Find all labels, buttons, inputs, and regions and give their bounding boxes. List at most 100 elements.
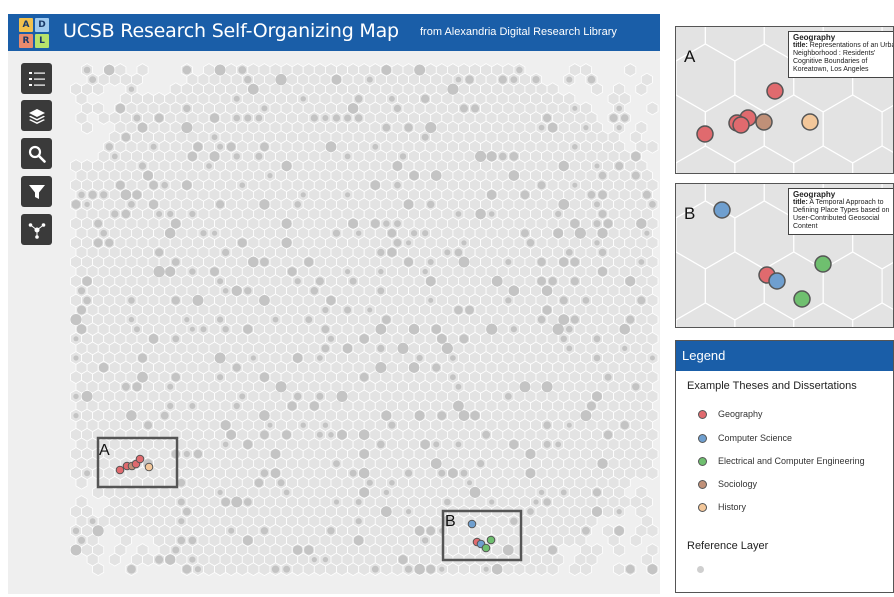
reference-point[interactable] <box>510 326 517 333</box>
reference-point[interactable] <box>349 469 357 477</box>
reference-point[interactable] <box>358 467 370 479</box>
reference-point[interactable] <box>310 114 318 122</box>
reference-point[interactable] <box>393 104 402 112</box>
reference-point[interactable] <box>137 122 148 133</box>
reference-point[interactable] <box>222 441 229 448</box>
point-geography[interactable] <box>766 82 784 100</box>
reference-point[interactable] <box>81 390 93 402</box>
reference-point[interactable] <box>477 460 485 468</box>
reference-point[interactable] <box>292 545 303 555</box>
reference-point[interactable] <box>178 518 185 525</box>
reference-point[interactable] <box>410 230 418 237</box>
reference-point[interactable] <box>455 383 462 390</box>
reference-point[interactable] <box>344 306 352 314</box>
reference-point[interactable] <box>597 228 608 239</box>
reference-point[interactable] <box>220 420 231 431</box>
reference-point[interactable] <box>132 382 142 392</box>
reference-point[interactable] <box>421 133 429 141</box>
reference-point[interactable] <box>193 449 203 459</box>
reference-point[interactable] <box>255 114 263 122</box>
reference-point[interactable] <box>222 248 230 256</box>
reference-point[interactable] <box>127 564 136 574</box>
legend-item-computer-science[interactable]: Computer Science <box>698 432 792 444</box>
reference-point[interactable] <box>377 344 385 352</box>
reference-point[interactable] <box>432 363 441 372</box>
reference-point[interactable] <box>243 439 253 450</box>
reference-point[interactable] <box>355 499 362 505</box>
reference-point[interactable] <box>583 125 589 131</box>
reference-point[interactable] <box>548 277 557 286</box>
reference-point[interactable] <box>300 422 306 428</box>
point-electrical-engineering[interactable] <box>814 255 832 273</box>
reference-point[interactable] <box>327 335 335 342</box>
reference-point[interactable] <box>636 218 647 229</box>
reference-point[interactable] <box>209 113 220 123</box>
reference-point[interactable] <box>217 316 224 323</box>
reference-point[interactable] <box>520 190 530 200</box>
reference-point[interactable] <box>70 314 82 326</box>
reference-point[interactable] <box>558 257 569 267</box>
reference-point[interactable] <box>170 218 181 229</box>
reference-point[interactable] <box>154 113 164 123</box>
reference-point[interactable] <box>504 393 512 400</box>
reference-point[interactable] <box>281 160 292 172</box>
reference-point[interactable] <box>572 182 578 188</box>
reference-point[interactable] <box>526 239 535 247</box>
reference-point[interactable] <box>414 64 426 76</box>
reference-point[interactable] <box>171 258 180 266</box>
sample-point[interactable] <box>144 462 154 472</box>
reference-point[interactable] <box>328 432 334 438</box>
reference-point[interactable] <box>375 323 387 335</box>
reference-point[interactable] <box>647 564 658 575</box>
reference-point[interactable] <box>137 353 148 363</box>
reference-point[interactable] <box>381 315 391 324</box>
reference-point[interactable] <box>620 421 629 430</box>
reference-point[interactable] <box>422 268 428 275</box>
reference-point[interactable] <box>405 509 412 515</box>
reference-point[interactable] <box>559 296 568 305</box>
reference-point[interactable] <box>322 556 329 563</box>
reference-point[interactable] <box>294 392 302 401</box>
reference-point[interactable] <box>226 429 237 440</box>
reference-point[interactable] <box>156 211 163 217</box>
reference-point[interactable] <box>591 506 603 517</box>
reference-point[interactable] <box>383 489 390 496</box>
reference-point[interactable] <box>392 161 403 171</box>
reference-point[interactable] <box>425 276 436 287</box>
reference-point[interactable] <box>165 554 176 565</box>
reference-point[interactable] <box>164 227 176 239</box>
point-history[interactable] <box>801 113 819 131</box>
reference-point[interactable] <box>437 411 447 420</box>
reference-point[interactable] <box>444 249 451 256</box>
reference-point[interactable] <box>294 278 301 285</box>
reference-point[interactable] <box>454 248 463 257</box>
reference-point[interactable] <box>555 210 562 218</box>
reference-point[interactable] <box>387 228 397 238</box>
reference-point[interactable] <box>331 74 342 85</box>
reference-point[interactable] <box>244 75 252 84</box>
reference-point[interactable] <box>377 440 385 449</box>
reference-point[interactable] <box>271 565 280 573</box>
reference-point[interactable] <box>598 210 607 218</box>
reference-point[interactable] <box>543 440 551 448</box>
reference-point[interactable] <box>83 296 91 305</box>
reference-point[interactable] <box>322 422 329 428</box>
reference-point[interactable] <box>239 393 246 400</box>
reference-point[interactable] <box>426 526 436 536</box>
reference-point[interactable] <box>598 190 607 200</box>
reference-point[interactable] <box>558 199 570 210</box>
reference-point[interactable] <box>510 76 518 83</box>
point-computer-science[interactable] <box>768 272 786 290</box>
search-button[interactable] <box>21 138 52 169</box>
reference-point[interactable] <box>543 421 551 430</box>
reference-point[interactable] <box>359 334 370 344</box>
reference-point[interactable] <box>167 210 174 218</box>
reference-point[interactable] <box>471 104 480 113</box>
reference-point[interactable] <box>292 353 303 363</box>
reference-point[interactable] <box>461 240 467 246</box>
reference-point[interactable] <box>342 343 353 354</box>
reference-point[interactable] <box>243 324 253 334</box>
reference-point[interactable] <box>103 64 115 76</box>
reference-point[interactable] <box>182 507 191 516</box>
reference-point[interactable] <box>425 122 437 134</box>
